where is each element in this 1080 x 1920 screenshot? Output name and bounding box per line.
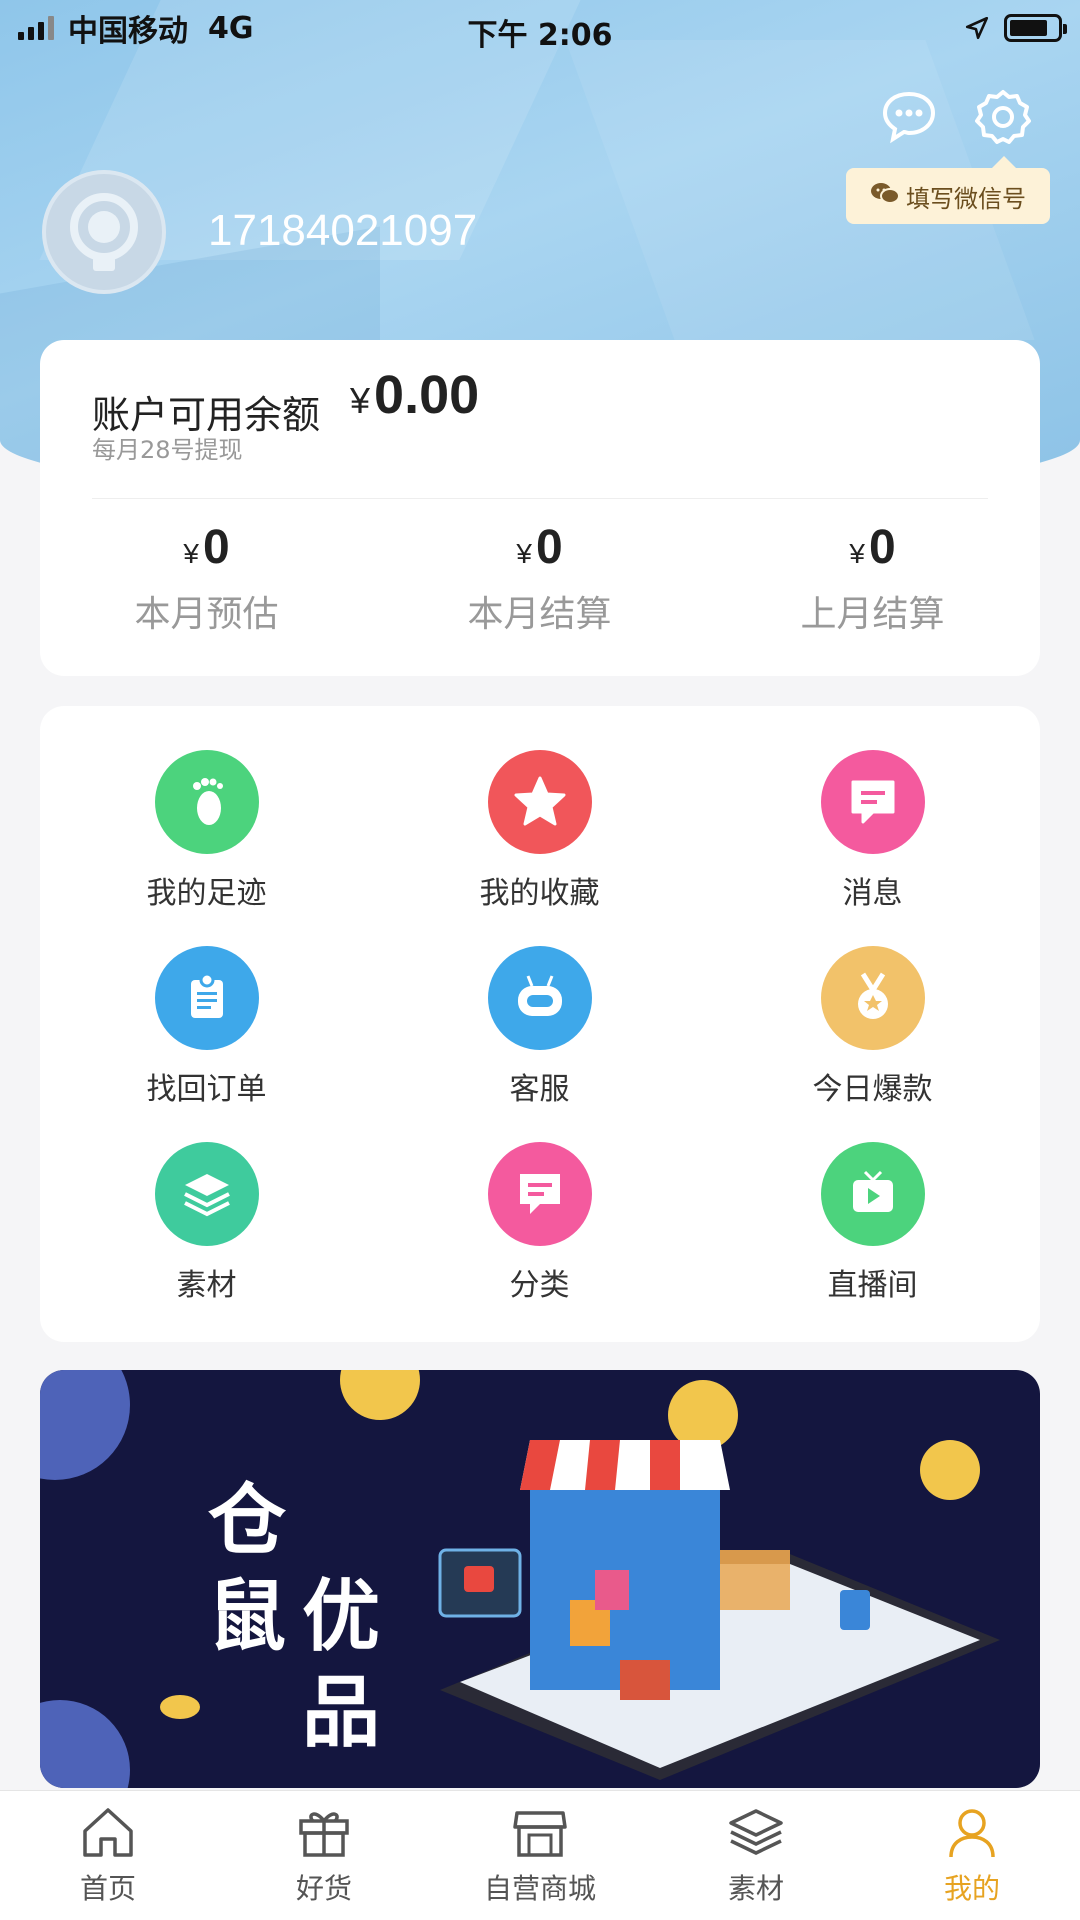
tab-home[interactable]: 首页 xyxy=(0,1791,216,1920)
footprint-icon xyxy=(154,750,259,854)
coin-decoration xyxy=(160,1695,200,1719)
stat-this-month-estimate[interactable]: ¥0 本月预估 xyxy=(40,520,373,637)
category-icon xyxy=(487,1142,592,1246)
tab-material[interactable]: 素材 xyxy=(648,1791,864,1920)
divider xyxy=(92,498,988,499)
grid-item-hot-today[interactable]: 今日爆款 xyxy=(706,946,1039,1142)
decor-blob xyxy=(40,1700,130,1788)
medal-icon xyxy=(820,946,925,1050)
user-phone: 17184021097 xyxy=(208,206,478,255)
avatar-placeholder-icon xyxy=(70,193,138,271)
status-bar: 中国移动 4G 下午 2:06 xyxy=(0,0,1080,56)
chat-icon[interactable] xyxy=(880,88,938,146)
grid-item-favorites[interactable]: 我的收藏 xyxy=(373,750,706,946)
shopping-illustration xyxy=(438,1440,1000,1780)
tab-mine[interactable]: 我的 xyxy=(864,1791,1080,1920)
coin-decoration xyxy=(340,1370,420,1420)
clock: 下午 2:06 xyxy=(467,18,613,53)
wechat-tip-button[interactable]: 填写微信号 xyxy=(846,156,1050,224)
balance-amount: ¥0.00 xyxy=(350,365,480,425)
home-icon xyxy=(83,1808,133,1857)
layers-icon xyxy=(154,1142,259,1246)
message-icon xyxy=(820,750,925,854)
layers-icon xyxy=(729,1809,783,1855)
order-icon xyxy=(154,946,259,1050)
tv-icon xyxy=(820,1142,925,1246)
grid-item-customer-service[interactable]: 客服 xyxy=(373,946,706,1142)
grid-item-material[interactable]: 素材 xyxy=(40,1142,373,1338)
robot-icon xyxy=(487,946,592,1050)
grid-item-live-room[interactable]: 直播间 xyxy=(706,1142,1039,1338)
brand-char-2: 鼠 xyxy=(208,1571,287,1662)
grid-item-messages[interactable]: 消息 xyxy=(706,750,1039,946)
stat-this-month-settled[interactable]: ¥0 本月结算 xyxy=(373,520,706,637)
promo-banner[interactable]: 仓 鼠 优 品 xyxy=(40,1370,1040,1788)
bottom-tab-bar: 首页 好货 自营商城 素材 我的 xyxy=(0,1790,1080,1920)
stat-last-month-settled[interactable]: ¥0 上月结算 xyxy=(706,520,1039,637)
wechat-tip-label: 填写微信号 xyxy=(906,184,1026,213)
wechat-icon xyxy=(870,181,900,211)
grid-item-recover-order[interactable]: 找回订单 xyxy=(40,946,373,1142)
balance-card: 账户可用余额 ¥0.00 每月28号提现 ¥0 本月预估 ¥0 本月结算 ¥0 … xyxy=(40,340,1040,676)
avatar[interactable] xyxy=(42,170,166,294)
grid-item-footprint[interactable]: 我的足迹 xyxy=(40,750,373,946)
tab-self-mall[interactable]: 自营商城 xyxy=(432,1791,648,1920)
tab-goods[interactable]: 好货 xyxy=(216,1791,432,1920)
feature-grid-card: 我的足迹 我的收藏 消息 找回订单 客服 今日爆款 素材 分类 直播间 xyxy=(40,706,1040,1342)
brand-char-4: 品 xyxy=(302,1667,381,1758)
star-icon xyxy=(487,750,592,854)
decor-blob xyxy=(40,1370,130,1480)
gift-icon xyxy=(299,1812,349,1857)
grid-item-category[interactable]: 分类 xyxy=(373,1142,706,1338)
gear-icon[interactable] xyxy=(974,88,1032,146)
store-icon xyxy=(513,1811,567,1857)
profile-icon xyxy=(949,1809,995,1858)
withdraw-note: 每月28号提现 xyxy=(92,436,243,464)
battery-icon xyxy=(1004,14,1067,42)
